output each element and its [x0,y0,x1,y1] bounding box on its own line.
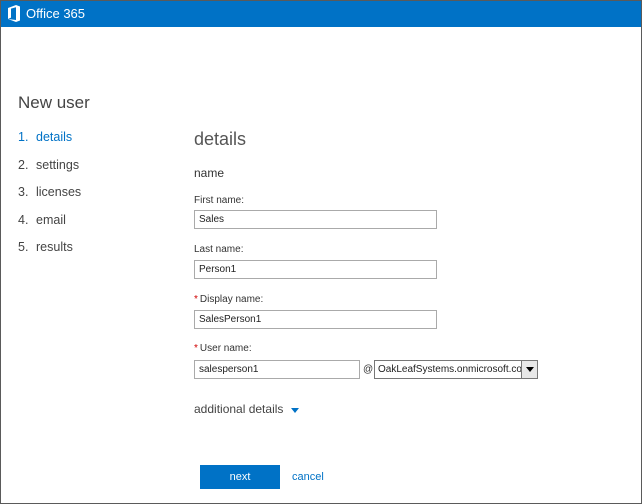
name-subheading: name [194,166,225,180]
step-settings[interactable]: 2. settings [18,157,81,185]
wizard-steps: 1. details 2. settings 3. licenses 4. email … [18,129,81,267]
step-details[interactable]: 1. details [18,129,81,157]
step-label: settings [36,157,80,172]
domain-value: OakLeafSystems.onmicrosoft.com [378,364,521,375]
step-number: 4. [18,212,29,227]
section-title: details [194,129,247,149]
domain-select[interactable]: OakLeafSystems.onmicrosoft.com [374,360,538,379]
top-bar: Office 365 [1,1,641,27]
step-label: email [36,212,66,227]
first-name-field[interactable] [194,210,437,229]
step-number: 3. [18,185,29,199]
additional-details-toggle[interactable]: additional details [194,402,300,416]
brand[interactable]: Office 365 [7,5,85,22]
user-name-label-row: * User name: [194,343,252,354]
step-label: licenses [36,185,82,199]
step-number: 2. [18,157,29,172]
step-licenses[interactable]: 3. licenses [18,184,81,212]
step-number: 5. [18,240,29,254]
display-name-field[interactable] [194,310,437,329]
display-name-label: Display name: [199,294,264,305]
step-results[interactable]: 5. results [18,239,81,267]
first-name-label: First name: [194,195,245,206]
last-name-field[interactable] [194,260,437,279]
next-button[interactable]: next [200,465,280,489]
user-name-label: User name: [199,343,252,354]
app-window: Office 365 New user 1. details 2. settings… [0,0,642,504]
chevron-down-icon[interactable] [521,361,537,378]
last-name-label: Last name: [194,244,244,255]
user-name-field[interactable] [194,360,360,379]
step-number: 1. [18,130,29,144]
at-sign: @ [363,364,374,375]
required-marker: * [194,343,198,354]
step-email[interactable]: 4. email [18,212,81,240]
brand-name: Office 365 [26,6,86,21]
page-title: New user [18,93,90,112]
expand-triangle-icon [291,402,300,416]
step-label: details [36,130,73,144]
cancel-link[interactable]: cancel [292,471,324,483]
office-logo-icon [7,5,21,22]
step-label: results [36,240,73,254]
required-marker: * [194,294,198,305]
display-name-label-row: * Display name: [194,294,263,305]
additional-details-label: additional details [194,402,284,416]
